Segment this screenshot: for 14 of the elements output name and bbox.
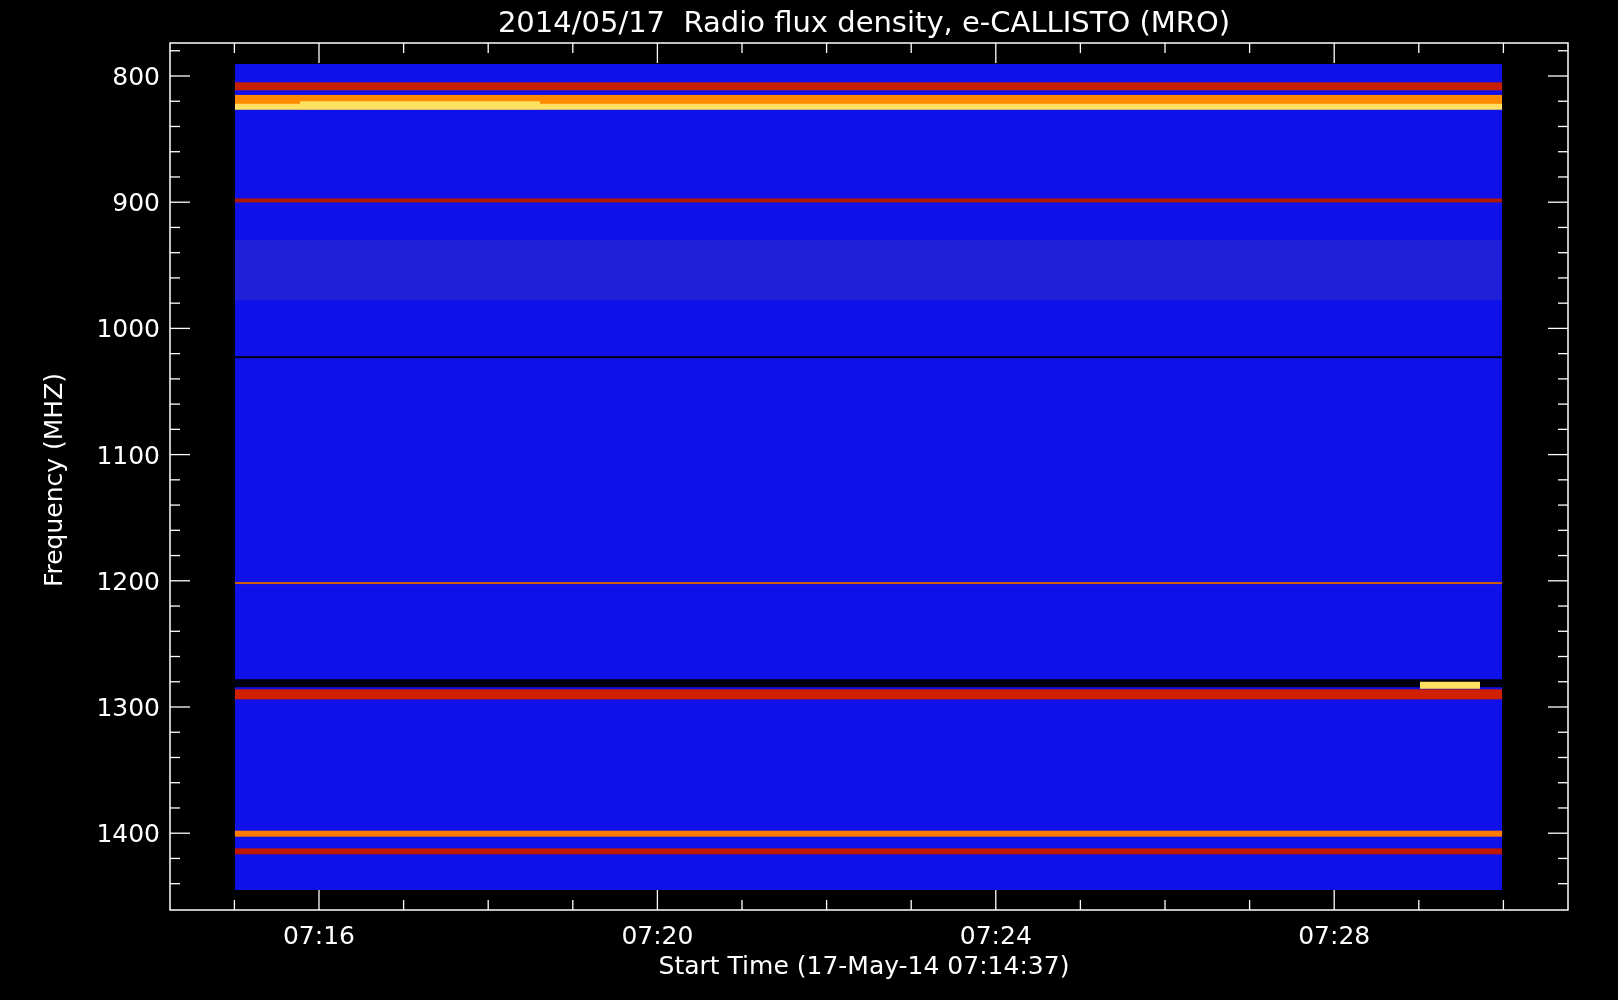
tick-label: 1100: [96, 440, 160, 470]
tick-label: 07:28: [1298, 921, 1371, 950]
tick-label: 07:16: [283, 921, 355, 950]
tick-label: 900: [112, 188, 160, 218]
axis-title: Start Time (17-May-14 07:14:37): [658, 951, 1070, 980]
tick-label: 1000: [96, 314, 160, 344]
tick-label: 800: [112, 62, 160, 91]
tick-label: 07:20: [621, 921, 694, 950]
chart-title: 2014/05/17 Radio flux density, e-CALLISTO (MRO): [497, 5, 1231, 39]
axis-title: Frequency (MHZ): [39, 372, 68, 588]
tick-label: 1300: [96, 693, 160, 722]
tick-label: 07:24: [959, 921, 1032, 950]
tick-label: 1200: [96, 566, 160, 596]
tick-label: 1400: [96, 819, 160, 849]
